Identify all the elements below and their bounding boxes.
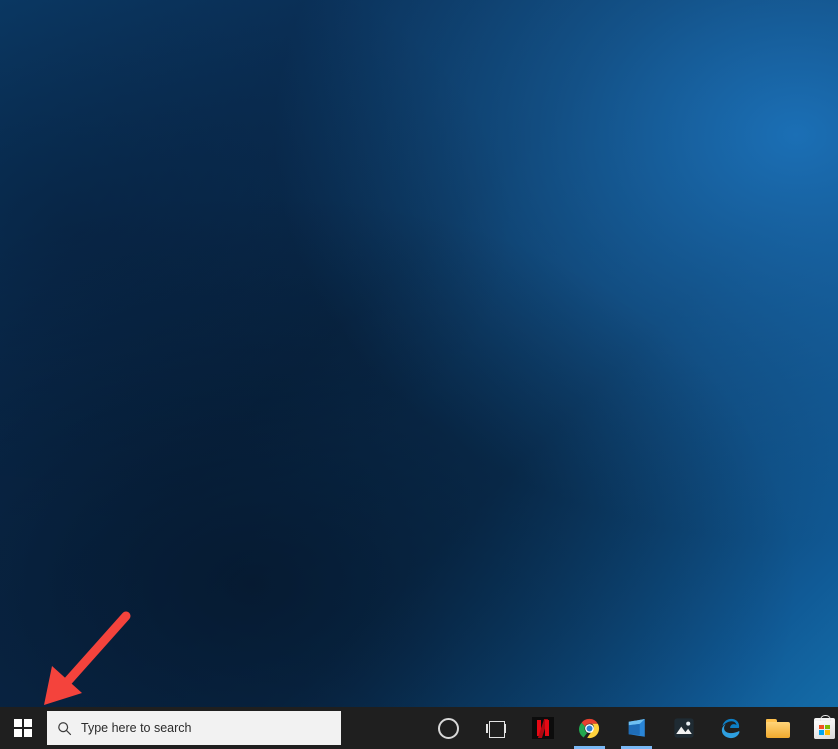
taskbar-icon-group	[425, 707, 838, 749]
taskbar-item-photos[interactable]	[660, 707, 707, 749]
photos-icon	[673, 718, 694, 738]
netflix-icon	[531, 717, 554, 739]
taskbar-item-cortana[interactable]	[425, 707, 472, 749]
taskbar-item-netflix[interactable]	[519, 707, 566, 749]
chrome-icon	[578, 718, 600, 738]
blue-app-icon	[628, 719, 645, 737]
search-icon	[47, 711, 81, 745]
cortana-circle-icon	[438, 717, 459, 739]
search-input[interactable]: Type here to search	[47, 711, 341, 745]
windows-logo-icon	[14, 719, 32, 737]
search-placeholder-text: Type here to search	[81, 720, 192, 735]
desktop[interactable]: Type here to search	[0, 0, 838, 749]
taskbar-item-task-view[interactable]	[472, 707, 519, 749]
taskbar-item-microsoft-store[interactable]	[801, 707, 838, 749]
folder-icon	[765, 718, 790, 738]
start-button[interactable]	[0, 707, 46, 749]
store-icon	[814, 714, 835, 739]
taskbar[interactable]: Type here to search	[0, 707, 838, 749]
taskbar-item-file-explorer[interactable]	[754, 707, 801, 749]
red-arrow-annotation	[44, 611, 131, 705]
task-view-icon	[485, 720, 506, 738]
taskbar-item-chrome[interactable]	[566, 707, 613, 749]
edge-icon	[721, 718, 740, 738]
taskbar-item-edge[interactable]	[707, 707, 754, 749]
taskbar-item-blue-app[interactable]	[613, 707, 660, 749]
